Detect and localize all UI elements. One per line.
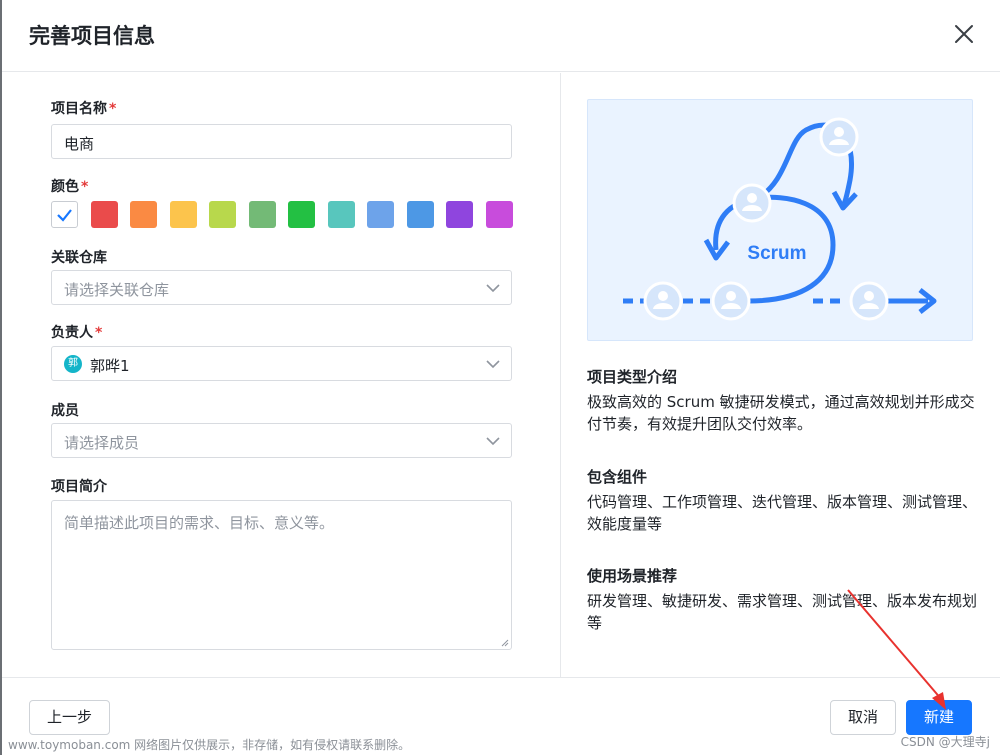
owner-value: 郭晔1 bbox=[90, 357, 130, 375]
required-mark: * bbox=[81, 179, 89, 195]
user-avatar-icon bbox=[732, 183, 772, 223]
color-swatch[interactable] bbox=[130, 201, 157, 228]
repo-placeholder: 请选择关联仓库 bbox=[64, 281, 170, 299]
color-swatch[interactable] bbox=[485, 201, 513, 228]
components-text: 代码管理、工作项管理、迭代管理、版本管理、测试管理、效能度量等 bbox=[587, 493, 978, 533]
project-name-value: 电商 bbox=[64, 135, 95, 153]
chevron-down-icon bbox=[486, 437, 500, 446]
members-placeholder: 请选择成员 bbox=[64, 434, 140, 452]
create-button[interactable]: 新建 bbox=[906, 700, 972, 735]
color-swatch[interactable] bbox=[209, 201, 236, 228]
scenarios-text: 研发管理、敏捷研发、需求管理、测试管理、版本发布规划等 bbox=[587, 592, 978, 632]
color-swatch[interactable] bbox=[406, 201, 434, 228]
scrum-illustration: Scrum bbox=[587, 99, 973, 341]
avatar: 郭 bbox=[64, 355, 82, 373]
description-textarea[interactable]: 简单描述此项目的需求、目标、意义等。 bbox=[51, 500, 512, 650]
project-type-intro-title: 项目类型介绍 bbox=[587, 368, 678, 386]
color-swatch[interactable] bbox=[248, 201, 276, 228]
color-swatch[interactable] bbox=[288, 201, 315, 228]
color-swatch[interactable] bbox=[327, 201, 355, 228]
required-mark: * bbox=[109, 101, 117, 117]
user-avatar-icon bbox=[849, 281, 889, 321]
members-label: 成员 bbox=[51, 403, 79, 419]
project-type-panel: Scrum 项目类型介绍 极致高效的 Scrum 敏捷研发模式，通过高效规划并形… bbox=[562, 73, 1000, 677]
cancel-button[interactable]: 取消 bbox=[830, 700, 896, 735]
color-swatch[interactable] bbox=[367, 201, 394, 228]
previous-step-button[interactable]: 上一步 bbox=[29, 700, 110, 735]
scenarios-title: 使用场景推荐 bbox=[587, 567, 678, 585]
resize-handle-icon[interactable] bbox=[499, 637, 509, 647]
user-avatar-icon bbox=[711, 281, 751, 321]
chevron-down-icon bbox=[486, 360, 500, 369]
project-type-intro-text: 极致高效的 Scrum 敏捷研发模式，通过高效规划并形成交付节奏，有效提升团队交… bbox=[587, 393, 975, 433]
close-icon[interactable] bbox=[952, 22, 976, 46]
description-placeholder: 简单描述此项目的需求、目标、意义等。 bbox=[64, 514, 335, 532]
user-avatar-icon bbox=[643, 281, 683, 321]
repo-select[interactable]: 请选择关联仓库 bbox=[51, 270, 512, 305]
color-swatch[interactable] bbox=[51, 201, 78, 228]
color-swatch[interactable] bbox=[169, 201, 197, 228]
color-label: 颜色 * bbox=[51, 179, 89, 195]
project-name-label: 项目名称 * bbox=[51, 101, 117, 117]
csdn-watermark: CSDN @大理寺j bbox=[900, 735, 990, 749]
color-swatch[interactable] bbox=[90, 201, 118, 228]
project-info-dialog: 完善项目信息 项目名称 * 电商 颜色 * 关联仓库 请选择关联仓库 负责人 * 郭 … bbox=[2, 0, 1000, 755]
watermark-text: www.toymoban.com 网络图片仅供展示，非存储，如有侵权请联系删除。 bbox=[8, 738, 411, 752]
owner-label: 负责人 * bbox=[51, 325, 103, 341]
components-title: 包含组件 bbox=[587, 468, 648, 486]
form-panel: 项目名称 * 电商 颜色 * 关联仓库 请选择关联仓库 负责人 * 郭 郭晔1 成员 … bbox=[2, 73, 561, 677]
members-select[interactable]: 请选择成员 bbox=[51, 423, 512, 458]
repo-label: 关联仓库 bbox=[51, 250, 107, 266]
color-swatch[interactable] bbox=[446, 201, 473, 228]
owner-select[interactable]: 郭 郭晔1 bbox=[51, 346, 512, 381]
dialog-header: 完善项目信息 bbox=[2, 0, 1000, 72]
project-name-input[interactable]: 电商 bbox=[51, 124, 512, 159]
dialog-title: 完善项目信息 bbox=[29, 24, 155, 48]
scrum-label: Scrum bbox=[747, 243, 806, 264]
description-label: 项目简介 bbox=[51, 479, 107, 495]
check-icon bbox=[57, 209, 72, 222]
required-mark: * bbox=[95, 325, 103, 341]
user-avatar-icon bbox=[819, 117, 859, 157]
chevron-down-icon bbox=[486, 284, 500, 293]
